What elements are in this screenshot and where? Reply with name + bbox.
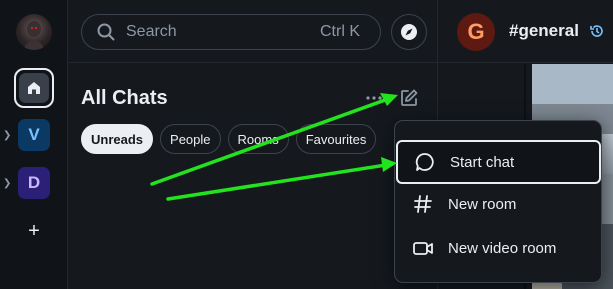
space-initial: D [27, 173, 41, 192]
filter-chip-people[interactable]: People [160, 124, 221, 154]
chevron-right-icon[interactable]: ❯ [3, 178, 11, 189]
space-v[interactable]: V [18, 119, 50, 151]
space-bar: ❯ V ❯ D + [0, 0, 68, 289]
home-button[interactable] [14, 68, 54, 108]
menu-item-label: New room [448, 195, 517, 213]
room-avatar-initial: G [467, 19, 485, 44]
chevron-right-icon[interactable]: ❯ [3, 130, 11, 141]
menu-item-label: Start chat [450, 153, 515, 171]
search-icon [97, 23, 115, 41]
hash-icon [414, 195, 432, 213]
compose-icon[interactable] [399, 88, 419, 108]
search-placeholder: Search [126, 23, 177, 40]
explore-rooms-button[interactable] [391, 14, 427, 50]
user-avatar[interactable] [16, 14, 52, 50]
search-input[interactable]: Search Ctrl K [81, 14, 381, 50]
compass-icon [401, 24, 417, 40]
avatar-image-icon [24, 21, 44, 50]
more-options-icon[interactable] [365, 90, 383, 106]
home-icon [28, 82, 40, 94]
filter-chip-favourites[interactable]: Favourites [295, 124, 377, 154]
menu-item-new-room[interactable]: New room [396, 182, 601, 226]
search-shortcut: Ctrl K [320, 23, 360, 40]
room-avatar[interactable]: G [457, 13, 495, 51]
space-initial: V [28, 125, 40, 144]
room-list-header: Search Ctrl K [69, 0, 438, 63]
menu-item-new-video-room[interactable]: New video room [396, 226, 601, 270]
history-icon[interactable] [589, 23, 605, 39]
filter-chips: Unreads People Rooms Favourites [81, 124, 377, 154]
space-d[interactable]: D [18, 167, 50, 199]
menu-item-start-chat[interactable]: Start chat [396, 140, 601, 184]
filter-chip-unreads[interactable]: Unreads [81, 124, 154, 154]
video-camera-icon [413, 242, 433, 255]
chat-bubble-icon [415, 153, 434, 171]
room-list-panel: Search Ctrl K All Chats Unreads People R… [69, 0, 438, 289]
page-title: All Chats [81, 87, 168, 109]
filter-chip-rooms[interactable]: Rooms [227, 124, 289, 154]
add-space-button[interactable]: + [24, 220, 44, 242]
menu-item-label: New video room [448, 239, 557, 257]
room-header: G #general [439, 0, 613, 63]
room-name[interactable]: #general [509, 21, 579, 41]
new-chat-menu: Start chat New room New video room [394, 120, 602, 283]
